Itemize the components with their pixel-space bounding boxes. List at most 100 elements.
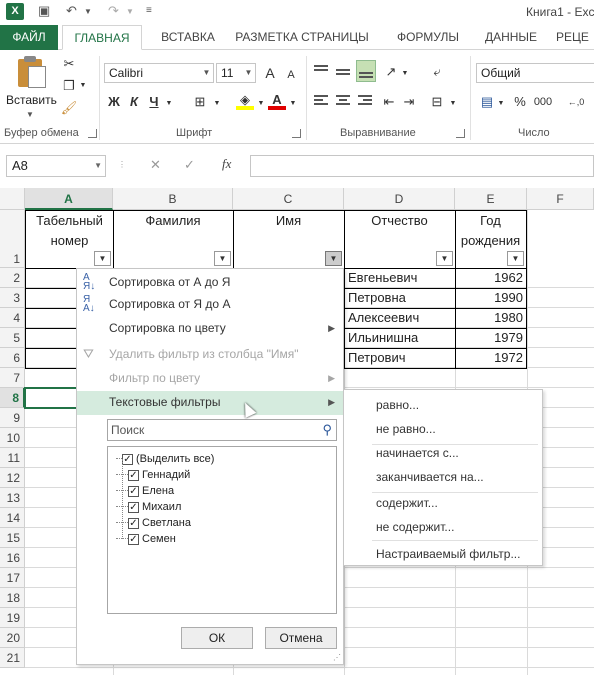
currency-icon[interactable]: ▤ xyxy=(478,92,496,112)
list-item[interactable]: ✓ (Выделить все) xyxy=(116,451,214,467)
header-cell-imya[interactable]: Имя ▼ xyxy=(233,210,345,269)
shrink-font-button[interactable]: A xyxy=(284,65,298,85)
submenu-item-equals[interactable]: равно... xyxy=(344,394,542,416)
insert-function-icon[interactable]: fx xyxy=(222,156,231,172)
list-item[interactable]: ✓ Геннадий xyxy=(116,467,190,483)
paste-icon[interactable] xyxy=(14,56,50,88)
tab-formulas[interactable]: ФОРМУЛЫ xyxy=(388,25,468,50)
grow-font-button[interactable]: A xyxy=(262,63,278,83)
row-header[interactable]: 9 xyxy=(0,408,25,428)
row-header[interactable]: 6 xyxy=(0,348,25,368)
checkbox-checked-icon[interactable]: ✓ xyxy=(128,533,139,545)
orientation-icon[interactable]: ↗ xyxy=(382,62,400,82)
decrease-indent-icon[interactable]: ⇤ xyxy=(380,92,398,112)
row-header[interactable]: 7 xyxy=(0,368,25,388)
list-item[interactable]: ✓ Елена xyxy=(116,483,174,499)
table-cell[interactable]: Петрович xyxy=(344,348,456,369)
row-header[interactable]: 11 xyxy=(0,448,25,468)
submenu-item-not-contains[interactable]: не содержит... xyxy=(344,516,542,538)
paste-button[interactable]: Вставить xyxy=(6,93,57,107)
underline-button[interactable]: Ч xyxy=(146,92,162,112)
confirm-entry-icon[interactable]: ✓ xyxy=(184,157,195,173)
number-format-combo[interactable]: Общий xyxy=(476,63,594,83)
table-cell[interactable]: Евгеньевич xyxy=(344,268,456,289)
row-header[interactable]: 2 xyxy=(0,268,25,288)
orientation-dropdown-icon[interactable]: ▼ xyxy=(400,64,410,84)
underline-dropdown-icon[interactable]: ▼ xyxy=(164,94,174,114)
submenu-item-ends-with[interactable]: заканчивается на... xyxy=(344,466,542,488)
list-item[interactable]: ✓ Михаил xyxy=(116,499,181,515)
row-header[interactable]: 3 xyxy=(0,288,25,308)
header-cell-god-rozhdeniya[interactable]: Год рождения ▼ xyxy=(455,210,527,269)
row-header[interactable]: 18 xyxy=(0,588,25,608)
table-cell[interactable]: 1980 xyxy=(455,308,527,329)
table-cell[interactable]: Петровна xyxy=(344,288,456,309)
checkbox-checked-icon[interactable]: ✓ xyxy=(128,501,139,513)
formula-input[interactable] xyxy=(250,155,594,177)
checkbox-checked-icon[interactable]: ✓ xyxy=(122,453,133,465)
table-cell[interactable]: 1972 xyxy=(455,348,527,369)
align-center-icon[interactable] xyxy=(334,92,352,110)
increase-decimal-icon[interactable]: ←,0 xyxy=(564,92,588,112)
filter-search-input[interactable]: Поиск ⚲ xyxy=(107,419,337,441)
font-color-icon[interactable]: A xyxy=(268,90,286,110)
filter-dropdown-button[interactable]: ▼ xyxy=(436,251,453,266)
clipboard-launcher-icon[interactable] xyxy=(88,129,97,138)
name-box[interactable]: A8 ▼ xyxy=(6,155,106,177)
italic-button[interactable]: К xyxy=(126,92,142,112)
row-header[interactable]: 12 xyxy=(0,468,25,488)
copy-icon[interactable]: ❐ xyxy=(60,76,78,96)
customize-toolbar-icon[interactable]: ≡ xyxy=(146,5,152,16)
merge-center-icon[interactable]: ⊟ xyxy=(428,92,446,112)
table-cell[interactable]: 1990 xyxy=(455,288,527,309)
row-header[interactable]: 13 xyxy=(0,488,25,508)
align-right-icon[interactable] xyxy=(356,92,374,110)
checkbox-checked-icon[interactable]: ✓ xyxy=(128,469,139,481)
column-header-b[interactable]: B xyxy=(113,188,233,210)
fill-color-icon[interactable]: ◈ xyxy=(236,90,254,110)
menu-item-sort-by-color[interactable]: Сортировка по цвету ▶ xyxy=(77,317,343,341)
borders-icon[interactable]: ⊞ xyxy=(190,92,210,112)
tab-review[interactable]: РЕЦЕ xyxy=(556,25,594,50)
row-header[interactable]: 19 xyxy=(0,608,25,628)
header-cell-familiya[interactable]: Фамилия ▼ xyxy=(113,210,234,269)
table-cell[interactable]: Ильинишна xyxy=(344,328,456,349)
alignment-launcher-icon[interactable] xyxy=(456,129,465,138)
currency-dropdown-icon[interactable]: ▼ xyxy=(496,94,506,114)
format-painter-icon[interactable]: 🖌 xyxy=(60,98,78,118)
column-header-f[interactable]: F xyxy=(527,188,594,210)
font-name-combo[interactable]: Calibri ▼ xyxy=(104,63,214,83)
borders-dropdown-icon[interactable]: ▼ xyxy=(212,94,222,114)
bold-button[interactable]: Ж xyxy=(106,92,122,112)
row-header[interactable]: 4 xyxy=(0,308,25,328)
row-header[interactable]: 14 xyxy=(0,508,25,528)
undo-icon[interactable]: ↶ xyxy=(66,3,77,19)
row-header[interactable]: 10 xyxy=(0,428,25,448)
fill-color-dropdown-icon[interactable]: ▼ xyxy=(256,94,266,114)
row-header[interactable]: 1 xyxy=(0,210,25,268)
font-size-combo[interactable]: 11 ▼ xyxy=(216,63,256,83)
redo-icon[interactable]: ↷ xyxy=(108,3,119,19)
wrap-text-icon[interactable]: ⤶ xyxy=(428,62,446,82)
table-cell[interactable]: 1979 xyxy=(455,328,527,349)
list-item[interactable]: ✓ Светлана xyxy=(116,515,191,531)
merge-dropdown-icon[interactable]: ▼ xyxy=(448,94,458,114)
filter-dropdown-button[interactable]: ▼ xyxy=(507,251,524,266)
table-cell[interactable]: 1962 xyxy=(455,268,527,289)
row-header[interactable]: 5 xyxy=(0,328,25,348)
checkbox-checked-icon[interactable]: ✓ xyxy=(128,485,139,497)
column-header-c[interactable]: C xyxy=(233,188,344,210)
column-header-d[interactable]: D xyxy=(344,188,455,210)
resize-grip-icon[interactable]: ⋰ xyxy=(333,653,341,662)
cancel-button[interactable]: Отмена xyxy=(265,627,337,649)
filter-dropdown-button-active[interactable]: ▼ xyxy=(325,251,342,266)
select-all-corner[interactable] xyxy=(0,188,25,210)
menu-item-sort-desc[interactable]: Я А↓ Сортировка от Я до А xyxy=(77,293,343,317)
menu-item-sort-asc[interactable]: А Я↓ Сортировка от А до Я xyxy=(77,271,343,295)
save-icon[interactable]: ▣ xyxy=(38,3,50,19)
filter-dropdown-button[interactable]: ▼ xyxy=(214,251,231,266)
submenu-item-begins-with[interactable]: начинается с... xyxy=(344,442,542,464)
tab-data[interactable]: ДАННЫЕ xyxy=(478,25,544,50)
row-header[interactable]: 17 xyxy=(0,568,25,588)
submenu-item-not-equals[interactable]: не равно... xyxy=(344,418,542,440)
